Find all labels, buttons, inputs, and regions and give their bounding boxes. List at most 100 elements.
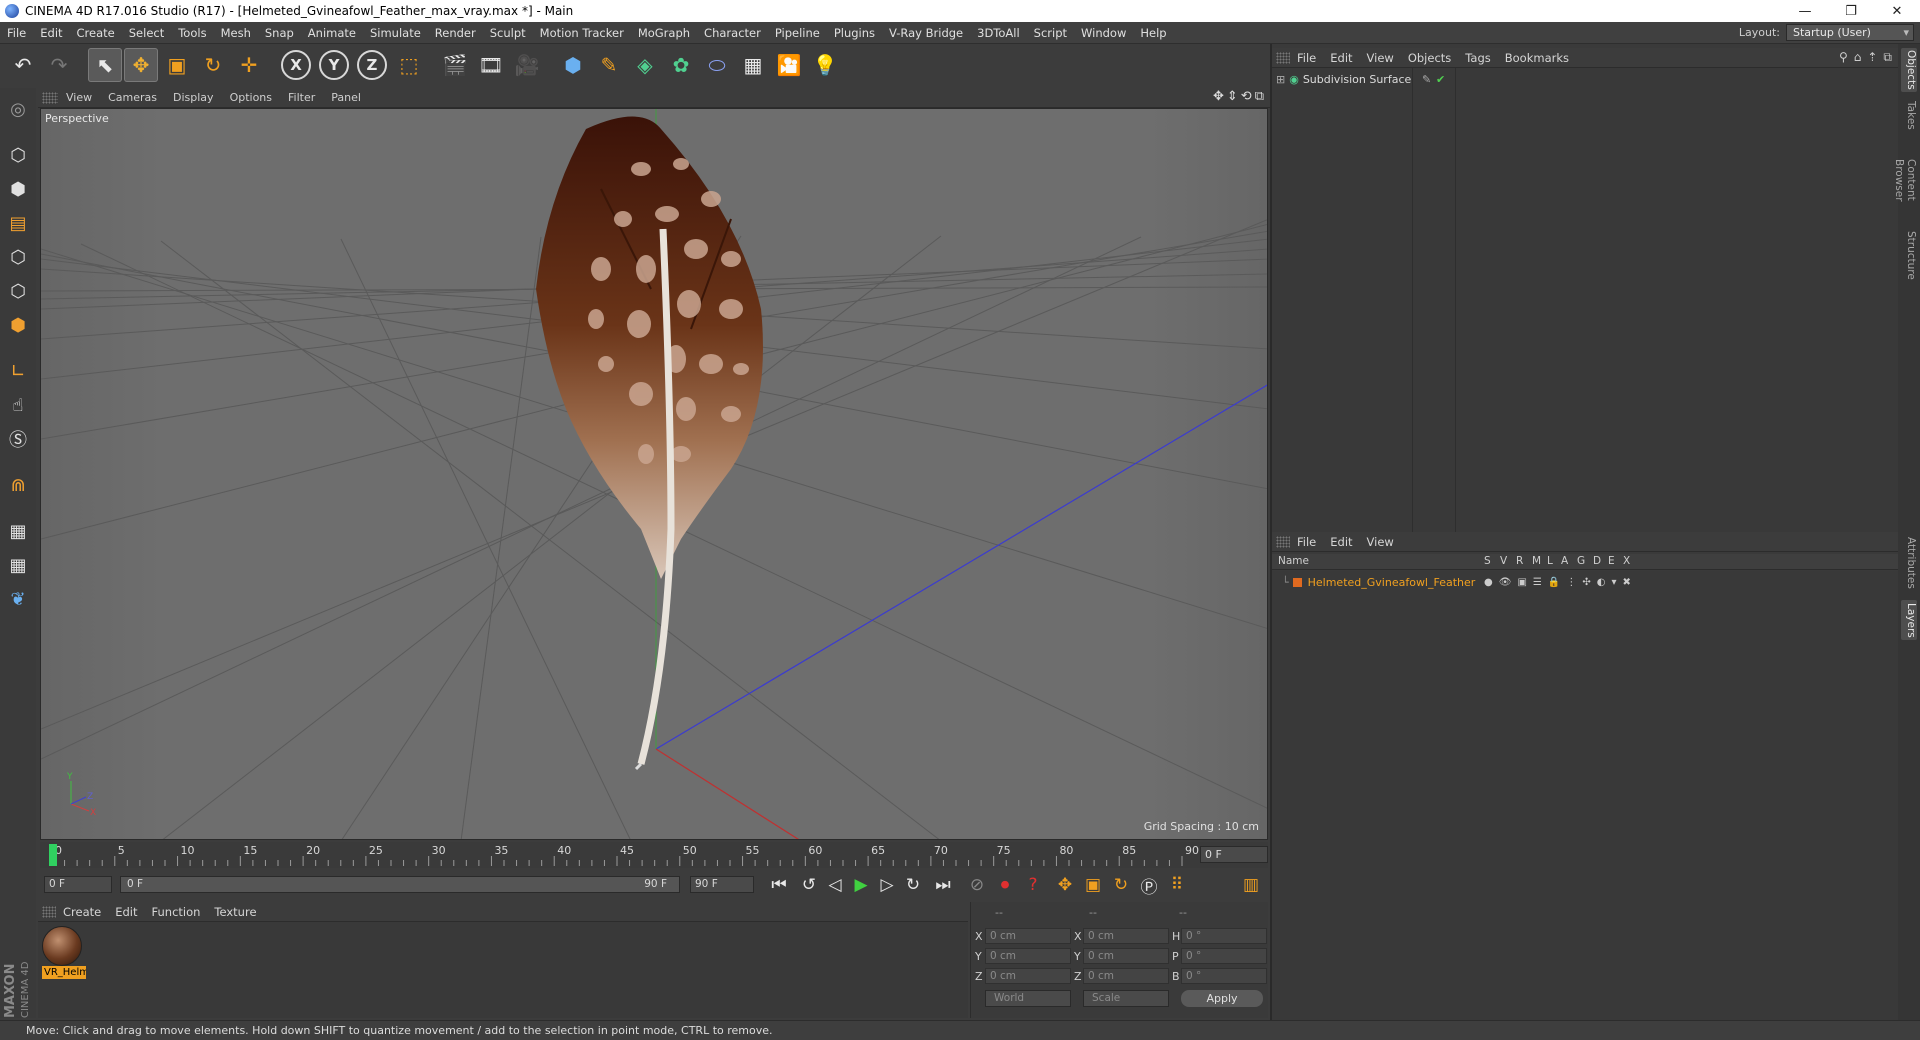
menu-pipeline[interactable]: Pipeline [768,26,827,40]
render-settings-icon[interactable]: 🎥 [510,48,544,82]
spline-pen-icon[interactable]: ✎ [592,48,626,82]
layer-color-swatch[interactable] [1292,577,1302,587]
minimize-button[interactable]: — [1782,0,1828,22]
size-z-field[interactable]: 0 cm [1083,968,1169,984]
menu-mograph[interactable]: MoGraph [631,26,697,40]
live-selection-icon[interactable]: ⬉ [88,48,122,82]
tab-structure[interactable]: Structure [1901,230,1917,280]
autokeying-icon[interactable]: ? [1020,872,1046,898]
animation-icon[interactable]: ⋮ [1566,577,1576,588]
next-key-icon[interactable]: ↻ [900,872,926,898]
rotate-view-icon[interactable]: ⟲ [1241,89,1252,104]
locked-workplane-icon[interactable]: ▦ [3,516,33,546]
viewport-menu-panel[interactable]: Panel [323,91,369,104]
panel-options-icon[interactable]: ⧉ [1883,50,1892,65]
menu-vray-bridge[interactable]: V-Ray Bridge [882,26,970,40]
pan-view-icon[interactable]: ✥ [1213,89,1224,104]
tab-takes[interactable]: Takes [1901,100,1917,130]
menu-create[interactable]: Create [70,26,122,40]
menu-plugins[interactable]: Plugins [827,26,882,40]
menu-tools[interactable]: Tools [171,26,213,40]
perspective-viewport[interactable]: Y X Z Perspective Grid Spacing : 10 cm [40,108,1268,840]
deformer-icon[interactable]: ⬭ [700,48,734,82]
manager-icon[interactable]: ☰ [1533,577,1542,588]
expression-icon[interactable]: ▾ [1611,577,1616,588]
tab-content-browser[interactable]: Content Browser [1893,140,1917,220]
enabled-check-icon[interactable]: ✔ [1436,73,1445,86]
layer-row[interactable]: └ Helmeted_Gvineafowl_Feather ● 👁 ▣ ☰ 🔒 … [1282,573,1882,591]
visible-eye-icon[interactable]: 👁 [1499,577,1512,588]
solo-dot-icon[interactable]: ● [1484,577,1493,588]
menu-3dtoall[interactable]: 3DToAll [970,26,1027,40]
viewport-menu-filter[interactable]: Filter [280,91,323,104]
edges-mode-icon[interactable]: ⬡ [3,276,33,306]
panel-grip-icon[interactable] [1276,535,1290,548]
col-visible[interactable]: V [1500,555,1507,567]
material-menu-function[interactable]: Function [145,905,208,919]
key-pla-icon[interactable]: ⠿ [1164,872,1190,898]
col-solo[interactable]: S [1484,555,1491,567]
col-expressions[interactable]: E [1608,555,1615,567]
material-menu-create[interactable]: Create [56,905,108,919]
render-view-icon[interactable]: 🎬 [438,48,472,82]
objects-menu-edit[interactable]: Edit [1323,51,1359,65]
objects-menu-objects[interactable]: Objects [1401,51,1458,65]
col-name[interactable]: Name [1278,555,1309,567]
objects-menu-tags[interactable]: Tags [1458,51,1497,65]
apply-button[interactable]: Apply [1181,990,1263,1007]
col-generators[interactable]: G [1577,555,1585,567]
lock-icon[interactable]: 🔒 [1548,577,1560,588]
layers-menu-view[interactable]: View [1360,535,1401,549]
rotation-b-field[interactable]: 0 ° [1181,968,1267,984]
points-mode-icon[interactable]: ⬡ [3,242,33,272]
position-z-field[interactable]: 0 cm [985,968,1071,984]
next-frame-icon[interactable]: ▷ [874,872,900,898]
menu-animate[interactable]: Animate [301,26,363,40]
key-parameter-icon[interactable]: Ⓟ [1136,872,1162,898]
undo-icon[interactable]: ↶ [6,48,40,82]
objects-menu-bookmarks[interactable]: Bookmarks [1498,51,1576,65]
array-icon[interactable]: ✿ [664,48,698,82]
key-scale-icon[interactable]: ▣ [1080,872,1106,898]
previous-frame-icon[interactable]: ◁ [822,872,848,898]
rotation-p-field[interactable]: 0 ° [1181,948,1267,964]
make-editable-icon[interactable]: ◎ [3,94,33,124]
close-button[interactable]: ✕ [1874,0,1920,22]
expand-icon[interactable]: ⊞ [1276,73,1285,86]
redo-icon[interactable]: ↷ [42,48,76,82]
menu-script[interactable]: Script [1027,26,1074,40]
viewport-menu-cameras[interactable]: Cameras [100,91,165,104]
cube-object-icon[interactable]: ⬢ [556,48,590,82]
floor-object-icon[interactable]: ▦ [736,48,770,82]
menu-snap[interactable]: Snap [258,26,301,40]
home-icon[interactable]: ⌂ [1854,50,1862,65]
menu-window[interactable]: Window [1074,26,1133,40]
menu-file[interactable]: File [0,26,33,40]
up-arrow-icon[interactable]: ⇡ [1867,50,1877,65]
search-icon[interactable]: ⚲ [1839,50,1848,65]
menu-motion-tracker[interactable]: Motion Tracker [533,26,631,40]
size-mode-dropdown[interactable]: Scale [1083,990,1169,1007]
menu-render[interactable]: Render [428,26,483,40]
subdivision-surface-icon[interactable]: ◈ [628,48,662,82]
tab-attributes[interactable]: Attributes [1901,534,1917,592]
previous-key-icon[interactable]: ↺ [796,872,822,898]
go-to-start-icon[interactable]: ⏮ [766,872,792,898]
current-frame-field[interactable]: 0 F [1200,846,1268,863]
position-x-field[interactable]: 0 cm [985,928,1071,944]
restore-button[interactable]: ❐ [1828,0,1874,22]
menu-simulate[interactable]: Simulate [363,26,428,40]
planar-workplane-icon[interactable]: ▦ [3,550,33,580]
key-position-icon[interactable]: ✥ [1052,872,1078,898]
solo-icon[interactable]: Ⓢ [3,424,33,454]
viewport-menu-options[interactable]: Options [222,91,280,104]
python-icon[interactable]: ❦ [3,584,33,614]
z-axis-lock-button[interactable]: Z [357,50,387,80]
rotation-h-field[interactable]: 0 ° [1181,928,1267,944]
col-locked[interactable]: L [1547,555,1553,567]
move-tool-icon[interactable]: ✥ [124,48,158,82]
go-to-end-icon[interactable]: ⏭ [930,872,956,898]
model-mode-icon[interactable]: ⬡ [3,140,33,170]
viewport-menu-view[interactable]: View [58,91,100,104]
timeline-ruler[interactable]: 0 5 10 15 20 25 30 35 40 45 50 55 60 65 70 75 80 85 90 [40,842,1268,868]
